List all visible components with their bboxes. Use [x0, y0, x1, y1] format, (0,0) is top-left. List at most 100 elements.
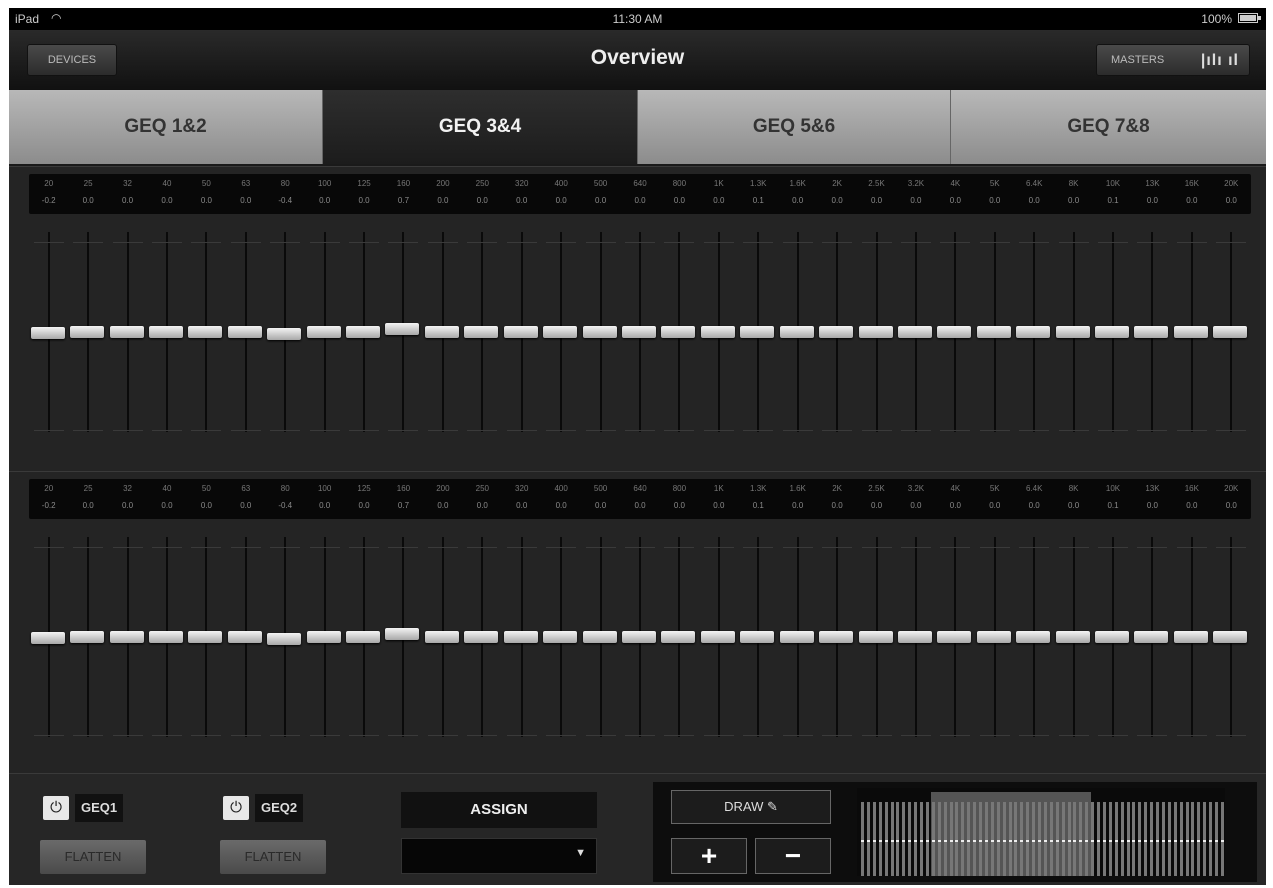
fader-knob[interactable] — [385, 323, 420, 336]
band-fader[interactable] — [227, 232, 265, 442]
tab-geq-1-2[interactable]: GEQ 1&2 — [9, 90, 323, 164]
band-fader[interactable] — [306, 537, 344, 747]
fader-knob[interactable] — [464, 631, 499, 643]
tab-geq-3-4[interactable]: GEQ 3&4 — [323, 90, 638, 164]
band-fader[interactable] — [503, 232, 541, 442]
band-fader[interactable] — [503, 537, 541, 747]
fader-knob[interactable] — [897, 631, 932, 643]
band-fader[interactable] — [1212, 232, 1250, 442]
fader-knob[interactable] — [464, 326, 499, 338]
fader-knob[interactable] — [503, 326, 538, 338]
band-fader[interactable] — [858, 537, 896, 747]
band-fader[interactable] — [858, 232, 896, 442]
band-fader[interactable] — [1173, 537, 1211, 747]
band-fader[interactable] — [700, 537, 738, 747]
band-fader[interactable] — [384, 537, 422, 747]
fader-knob[interactable] — [1213, 326, 1248, 338]
minus-button[interactable]: − — [755, 838, 831, 874]
band-fader[interactable] — [739, 537, 777, 747]
band-fader[interactable] — [1212, 537, 1250, 747]
masters-button[interactable]: MASTERS |ılı ıl — [1096, 44, 1250, 76]
geq1-power-icon[interactable]: ⏻ — [43, 796, 69, 820]
fader-knob[interactable] — [819, 326, 854, 338]
fader-knob[interactable] — [976, 326, 1011, 338]
fader-knob[interactable] — [1213, 631, 1248, 643]
fader-knob[interactable] — [1173, 326, 1208, 338]
band-fader[interactable] — [109, 537, 147, 747]
fader-knob[interactable] — [227, 631, 262, 643]
band-fader[interactable] — [345, 537, 383, 747]
band-fader[interactable] — [818, 232, 856, 442]
fader-knob[interactable] — [1055, 326, 1090, 338]
band-fader[interactable] — [936, 537, 974, 747]
fader-knob[interactable] — [424, 326, 459, 338]
fader-knob[interactable] — [582, 631, 617, 643]
band-fader[interactable] — [660, 232, 698, 442]
fader-knob[interactable] — [306, 326, 341, 338]
band-fader[interactable] — [30, 537, 68, 747]
fader-knob[interactable] — [424, 631, 459, 643]
fader-knob[interactable] — [227, 326, 262, 338]
fader-knob[interactable] — [622, 326, 656, 338]
band-fader[interactable] — [1055, 232, 1093, 442]
fader-knob[interactable] — [1095, 325, 1130, 338]
tab-geq-5-6[interactable]: GEQ 5&6 — [638, 90, 951, 164]
fader-knob[interactable] — [858, 326, 893, 338]
fader-knob[interactable] — [937, 631, 972, 643]
fader-knob[interactable] — [897, 326, 932, 338]
fader-knob[interactable] — [188, 631, 223, 643]
fader-knob[interactable] — [543, 631, 578, 643]
band-fader[interactable] — [266, 232, 304, 442]
fader-knob[interactable] — [1016, 631, 1051, 643]
band-fader[interactable] — [779, 232, 817, 442]
fader-knob[interactable] — [700, 326, 735, 338]
plus-button[interactable]: + — [671, 838, 747, 874]
band-fader[interactable] — [582, 232, 620, 442]
band-fader[interactable] — [187, 537, 225, 747]
fader-knob[interactable] — [267, 632, 302, 645]
eq-overview-minimap[interactable] — [857, 788, 1225, 876]
band-fader[interactable] — [424, 232, 462, 442]
band-fader[interactable] — [976, 232, 1014, 442]
fader-knob[interactable] — [306, 631, 341, 643]
fader-knob[interactable] — [148, 326, 183, 338]
fader-knob[interactable] — [267, 327, 302, 340]
fader-knob[interactable] — [109, 326, 144, 338]
geq1-flatten-button[interactable]: FLATTEN — [40, 840, 146, 874]
geq2-power-icon[interactable]: ⏻ — [223, 796, 249, 820]
fader-knob[interactable] — [661, 631, 696, 643]
fader-knob[interactable] — [109, 631, 144, 643]
band-fader[interactable] — [384, 232, 422, 442]
band-fader[interactable] — [621, 537, 659, 747]
band-fader[interactable] — [897, 232, 935, 442]
fader-knob[interactable] — [70, 326, 105, 338]
fader-knob[interactable] — [1134, 326, 1169, 338]
draw-button[interactable]: DRAW ✎ — [671, 790, 831, 824]
fader-knob[interactable] — [740, 630, 775, 643]
band-fader[interactable] — [266, 537, 304, 747]
band-fader[interactable] — [109, 232, 147, 442]
fader-knob[interactable] — [661, 326, 696, 338]
band-fader[interactable] — [463, 232, 501, 442]
fader-knob[interactable] — [70, 631, 105, 643]
fader-knob[interactable] — [779, 631, 814, 643]
band-fader[interactable] — [187, 232, 225, 442]
fader-knob[interactable] — [858, 631, 893, 643]
band-fader[interactable] — [542, 537, 580, 747]
band-fader[interactable] — [779, 537, 817, 747]
band-fader[interactable] — [700, 232, 738, 442]
fader-knob[interactable] — [30, 326, 65, 339]
band-fader[interactable] — [1015, 537, 1053, 747]
band-fader[interactable] — [542, 232, 580, 442]
fader-knob[interactable] — [937, 326, 972, 338]
fader-knob[interactable] — [503, 631, 538, 643]
band-fader[interactable] — [1173, 232, 1211, 442]
band-fader[interactable] — [936, 232, 974, 442]
fader-knob[interactable] — [1055, 631, 1090, 643]
band-fader[interactable] — [306, 232, 344, 442]
band-fader[interactable] — [1015, 232, 1053, 442]
band-fader[interactable] — [1133, 232, 1171, 442]
band-fader[interactable] — [621, 232, 659, 442]
band-fader[interactable] — [818, 537, 856, 747]
band-fader[interactable] — [976, 537, 1014, 747]
